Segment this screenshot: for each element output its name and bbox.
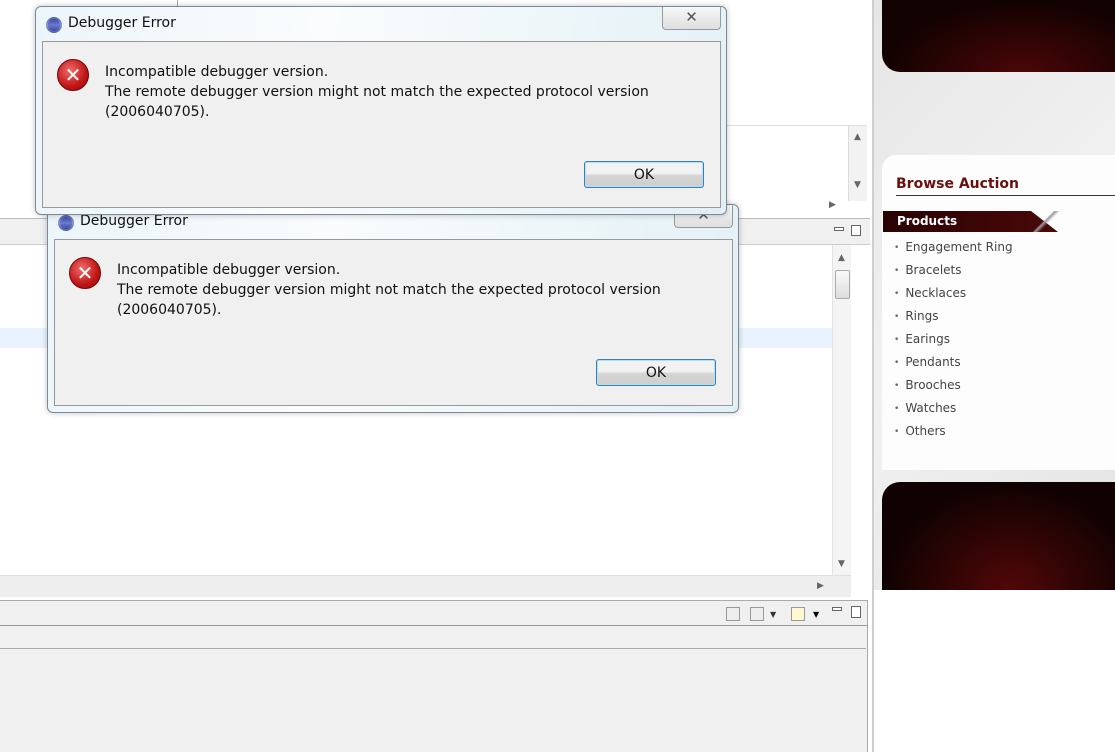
product-link[interactable]: Others [894,424,1013,447]
console-subheader [0,626,866,649]
scroll-right-icon[interactable]: ▶ [817,581,824,591]
debugger-error-dialog: Debugger Error ✕ ✕ Incompatible debugger… [47,204,739,413]
chevron-down-icon[interactable]: ▼ [813,610,819,619]
pin-console-icon[interactable] [726,607,740,621]
top-banner [882,0,1115,72]
error-message: Incompatible debugger version. The remot… [117,260,661,320]
product-link[interactable]: Brooches [894,378,1013,401]
error-icon: ✕ [57,59,89,91]
heading-underline [896,195,1115,196]
dialog-title: Debugger Error [68,15,176,31]
dialog-title: Debugger Error [80,213,188,229]
error-icon: ✕ [69,257,101,289]
products-header-edge [1030,211,1060,232]
dialog-body: ✕ Incompatible debugger version. The rem… [42,41,721,208]
chevron-down-icon[interactable]: ▼ [770,610,776,619]
products-label: Products [897,214,958,228]
product-link[interactable]: Pendants [894,355,1013,378]
scroll-right-icon[interactable]: ▶ [829,200,836,210]
scroll-up-icon[interactable]: ▲ [854,132,861,142]
minimize-icon[interactable] [834,227,844,231]
product-link[interactable]: Watches [894,401,1013,424]
scroll-down-icon[interactable]: ▼ [854,180,861,190]
maximize-icon[interactable] [851,606,861,618]
product-link[interactable]: Earings [894,332,1013,355]
editor-hscrollbar[interactable]: ▶ [0,575,851,597]
side-view: ▲ ▼ ▶ [727,125,867,217]
eclipse-icon [58,215,74,231]
debugger-error-dialog: Debugger Error ✕ ✕ Incompatible debugger… [35,6,727,215]
message-line: (2006040705). [105,104,210,120]
product-link[interactable]: Rings [894,309,1013,332]
console-panel: ▼ ▼ [0,600,868,752]
message-line: Incompatible debugger version. [105,64,329,80]
scroll-down-icon[interactable]: ▼ [838,559,845,569]
message-line: (2006040705). [117,302,222,318]
maximize-icon[interactable] [851,225,861,236]
ok-button[interactable]: OK [596,359,716,386]
scroll-up-icon[interactable]: ▲ [838,253,845,263]
message-line: Incompatible debugger version. [117,262,341,278]
side-vscrollbar[interactable]: ▲ ▼ [848,126,867,201]
message-line: The remote debugger version might not ma… [117,282,661,298]
editor-vscrollbar[interactable]: ▲ ▼ [832,245,851,575]
message-line: The remote debugger version might not ma… [105,84,649,100]
ok-button[interactable]: OK [584,161,704,188]
product-link[interactable]: Engagement Ring [894,240,1012,263]
eclipse-icon [46,17,62,33]
bottom-banner [882,482,1115,590]
minimize-icon[interactable] [832,607,842,611]
close-button[interactable]: ✕ [662,7,721,30]
web-page: Browse Auction Products Engagement Ring … [872,0,1115,752]
scroll-thumb[interactable] [835,270,850,299]
browse-auction-box: Browse Auction Products Engagement Ring … [882,155,1115,470]
browse-auction-heading: Browse Auction [896,176,1020,192]
product-link[interactable]: Bracelets [894,263,1013,286]
error-message: Incompatible debugger version. The remot… [105,62,649,122]
open-console-icon[interactable] [791,607,805,621]
display-console-icon[interactable] [750,607,764,621]
product-list: Engagement Ring Bracelets Necklaces Ring… [894,240,1013,447]
console-header: ▼ ▼ [0,601,868,626]
dialog-body: ✕ Incompatible debugger version. The rem… [54,239,733,406]
product-link[interactable]: Necklaces [894,286,1013,309]
